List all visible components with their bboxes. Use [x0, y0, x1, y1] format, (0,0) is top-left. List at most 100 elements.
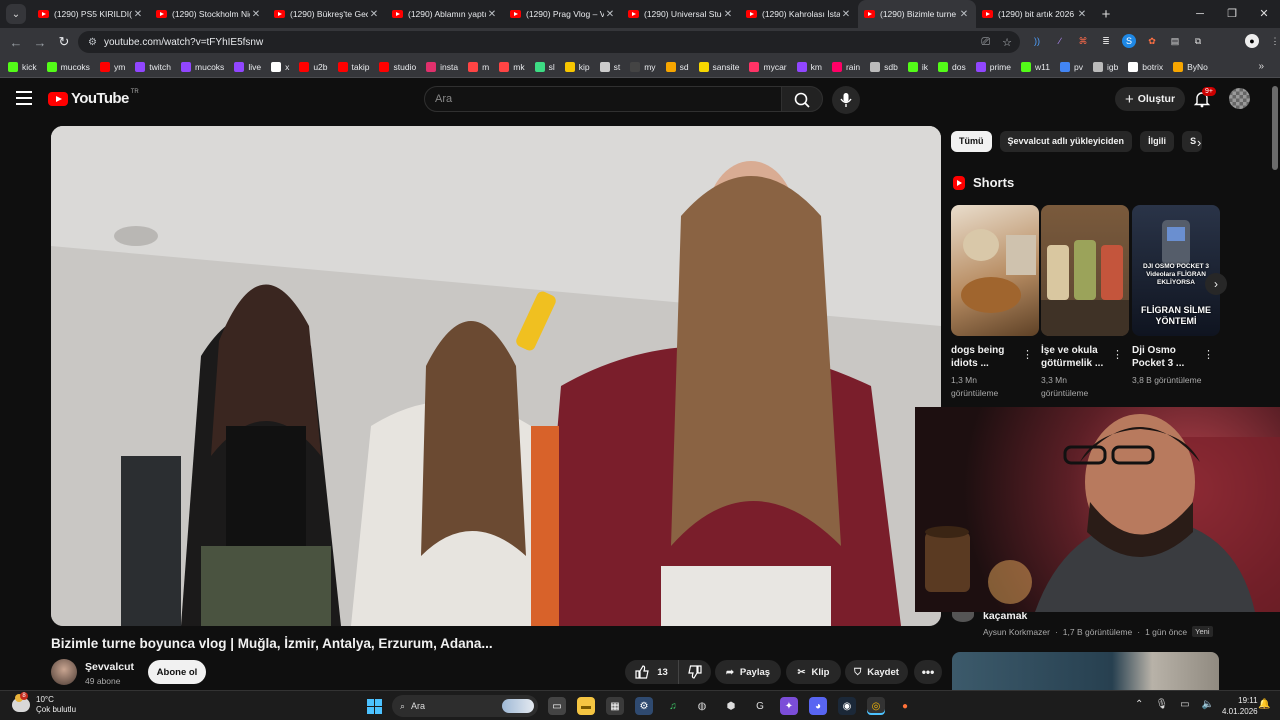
bookmark-item[interactable]: dos — [938, 61, 966, 72]
short-thumbnail[interactable] — [951, 205, 1039, 336]
bookmark-item[interactable]: studio — [379, 61, 416, 72]
dislike-button[interactable] — [679, 665, 711, 679]
chevron-right-icon[interactable]: › — [1197, 135, 1201, 150]
bookmark-item[interactable]: sd — [665, 61, 689, 72]
network-icon[interactable]: ▭ — [1180, 699, 1189, 710]
browser-tab[interactable]: (1290) Kahrolası İstan ✕ — [740, 0, 858, 28]
task-view-icon[interactable]: ▭ — [548, 697, 566, 715]
close-tab-icon[interactable]: ✕ — [1076, 9, 1088, 20]
store-icon[interactable]: ▦ — [606, 697, 624, 715]
tab-search-button[interactable]: ⌄ — [6, 4, 26, 24]
bookmark-item[interactable]: mk — [499, 61, 525, 72]
extensions-puzzle-icon[interactable]: ⧉ — [1191, 34, 1205, 48]
close-tab-icon[interactable]: ✕ — [132, 9, 144, 20]
bookmark-item[interactable]: pv — [1059, 61, 1083, 72]
extension-icon[interactable]: ✿ — [1145, 34, 1159, 48]
bookmark-item[interactable]: kick — [8, 61, 37, 72]
bookmark-item[interactable]: twitch — [135, 61, 171, 72]
channel-name[interactable]: Şevvalcut — [85, 661, 134, 673]
extension-icon[interactable]: ≣ — [1099, 34, 1113, 48]
close-window-icon[interactable]: ✕ — [1248, 0, 1280, 28]
chrome-icon[interactable]: ◎ — [867, 697, 885, 715]
bookmark-item[interactable]: ik — [907, 61, 928, 72]
chip-from-uploader[interactable]: Şevvalcut adlı yükleyiciden — [999, 131, 1133, 152]
restore-icon[interactable]: ❐ — [1216, 0, 1248, 28]
extension-icon[interactable]: ∕ — [1053, 34, 1067, 48]
bookmark-item[interactable]: igb — [1092, 61, 1118, 72]
bookmarks-overflow-icon[interactable]: » — [1258, 61, 1264, 72]
voice-search-button[interactable] — [832, 86, 860, 114]
shorts-next-button[interactable]: › — [1205, 273, 1227, 295]
steam-icon[interactable]: ◉ — [838, 697, 856, 715]
extension-icon[interactable]: )) — [1030, 34, 1044, 48]
extension-icon[interactable]: ▤ — [1168, 34, 1182, 48]
account-avatar[interactable] — [1229, 88, 1250, 109]
site-info-icon[interactable]: ⚙ — [88, 37, 97, 48]
bookmark-item[interactable]: botrix — [1128, 61, 1163, 72]
browser-tab[interactable]: (1290) Bükreş'te Gece ✕ — [268, 0, 386, 28]
share-button[interactable]: ➦ Paylaş — [715, 660, 781, 684]
short-item[interactable]: DJI OSMO POCKET 3 Videolara FLİGRAN EKLİ… — [1132, 205, 1220, 387]
browser-tab[interactable]: (1290) PS5 KIRILDI(?) ✕ — [32, 0, 150, 28]
bookmark-item[interactable]: ym — [99, 61, 125, 72]
close-tab-icon[interactable]: ✕ — [486, 9, 498, 20]
taskbar-clock[interactable]: 19:11 4.01.2026 — [1222, 695, 1258, 717]
microphone-icon[interactable]: 🎙 — [1155, 699, 1168, 710]
bookmark-item[interactable]: m — [468, 61, 489, 72]
subscribe-button[interactable]: Abone ol — [148, 660, 206, 684]
close-tab-icon[interactable]: ✕ — [250, 9, 262, 20]
browser-tab[interactable]: (1290) bit artık 2026 ✕ — [976, 0, 1094, 28]
bookmark-item[interactable]: mucoks — [46, 61, 90, 72]
bookmark-item[interactable]: mucoks — [181, 61, 224, 72]
more-vertical-icon[interactable]: ⋮ — [1203, 348, 1214, 361]
chip-related[interactable]: İlgili — [1140, 131, 1175, 152]
extension-icon[interactable]: ⌘ — [1076, 34, 1090, 48]
browser-tab-active[interactable]: (1290) Bizimle turne b ✕ — [858, 0, 976, 28]
bookmark-item[interactable]: rain — [831, 61, 860, 72]
video-player[interactable] — [51, 126, 941, 626]
search-button[interactable] — [781, 86, 823, 112]
headset-icon[interactable]: ♫ — [664, 697, 682, 715]
weather-widget[interactable]: 8 10°C Çok bulutlu — [12, 692, 76, 715]
bookmark-item[interactable]: sl — [534, 61, 555, 72]
browser-tab[interactable]: (1290) Stockholm Nig ✕ — [150, 0, 268, 28]
more-vertical-icon[interactable]: ⋮ — [1022, 348, 1033, 361]
short-thumbnail[interactable]: DJI OSMO POCKET 3 Videolara FLİGRAN EKLİ… — [1132, 205, 1220, 336]
bookmark-item[interactable]: mycar — [749, 61, 787, 72]
app-icon[interactable]: ◍ — [693, 697, 711, 715]
more-vertical-icon[interactable]: ⋮ — [1112, 348, 1123, 361]
bookmark-item[interactable]: live — [234, 61, 261, 72]
hamburger-menu-icon[interactable] — [16, 91, 32, 105]
forward-icon[interactable]: → — [28, 35, 52, 50]
back-icon[interactable]: ← — [4, 35, 28, 50]
new-tab-button[interactable]: + — [1094, 6, 1118, 23]
app-icon[interactable]: ⬢ — [722, 697, 740, 715]
bookmark-item[interactable]: km — [796, 61, 822, 72]
browser-tab[interactable]: (1290) Universal Stud ✕ — [622, 0, 740, 28]
short-item[interactable]: dogs being idiots ... ⋮ 1,3 Mn görüntüle… — [951, 205, 1039, 400]
file-explorer-icon[interactable]: ▬ — [577, 697, 595, 715]
youtube-logo[interactable]: YouTube TR — [48, 89, 139, 107]
create-button[interactable]: + Oluştur — [1115, 87, 1185, 111]
address-bar[interactable]: ⚙ youtube.com/watch?v=tFYhIE5fsnw ⎚ ☆ — [78, 31, 1020, 53]
minimize-icon[interactable]: ─ — [1184, 0, 1216, 28]
more-actions-button[interactable]: ••• — [914, 660, 942, 684]
bookmark-item[interactable]: prime — [975, 61, 1011, 72]
firefox-icon[interactable]: ● — [896, 697, 914, 715]
bookmark-item[interactable]: u2b — [299, 61, 328, 72]
bookmark-item[interactable]: w11 — [1021, 61, 1050, 72]
bookmark-item[interactable]: my — [630, 61, 656, 72]
discord-icon[interactable]: ◕ — [809, 697, 827, 715]
bookmark-item[interactable]: kip — [564, 61, 590, 72]
chevron-up-icon[interactable]: ⌃ — [1135, 699, 1143, 710]
bookmark-item[interactable]: sansite — [698, 61, 739, 72]
twitch-app-icon[interactable]: ✦ — [780, 697, 798, 715]
notification-bell-icon[interactable]: 🔔 — [1258, 699, 1270, 710]
short-item[interactable]: İşe ve okula götürmelik ... ⋮ 3,3 Mn gör… — [1041, 205, 1129, 400]
extension-icon[interactable]: S — [1122, 34, 1136, 48]
reload-icon[interactable]: ↻ — [52, 34, 76, 50]
bookmark-item[interactable]: insta — [426, 61, 458, 72]
clip-button[interactable]: ✂ Klip — [786, 660, 841, 684]
bookmark-item[interactable]: st — [599, 61, 620, 72]
search-input[interactable]: Ara — [424, 86, 782, 112]
